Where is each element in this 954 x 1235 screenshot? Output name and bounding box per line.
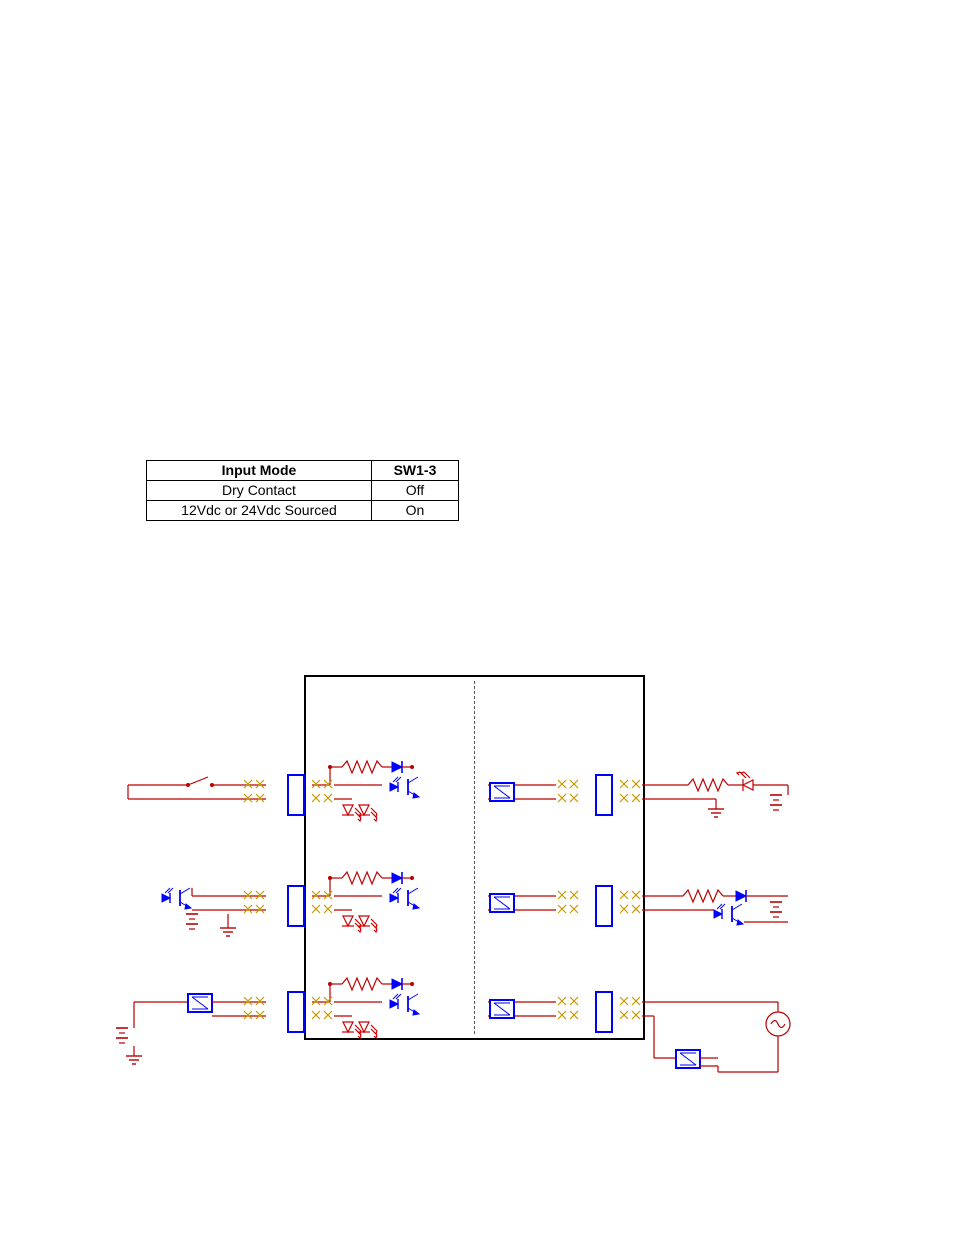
input-mode-table: Input Mode SW1-3 Dry Contact Off 12Vdc o… bbox=[146, 460, 459, 521]
led-icon bbox=[737, 772, 753, 791]
battery-icon bbox=[770, 795, 782, 810]
connector-icon bbox=[596, 886, 612, 926]
connector-icon bbox=[596, 992, 612, 1032]
connector-icon bbox=[288, 992, 304, 1032]
cell-dry-contact: Dry Contact bbox=[147, 481, 372, 501]
cell-sourced-sw: On bbox=[372, 501, 459, 521]
schematic-input-dry-contact bbox=[128, 745, 468, 845]
ground-icon bbox=[220, 928, 236, 936]
ground-icon bbox=[126, 1056, 142, 1064]
table-row: Input Mode SW1-3 bbox=[147, 461, 459, 481]
schematic-divider bbox=[474, 681, 475, 1034]
schematic-output-ac-relay bbox=[478, 962, 858, 1112]
ground-icon bbox=[708, 809, 724, 817]
connector-icon bbox=[288, 886, 304, 926]
connector-icon bbox=[288, 775, 304, 815]
schematic-output-dc-led bbox=[478, 745, 848, 855]
cell-sourced: 12Vdc or 24Vdc Sourced bbox=[147, 501, 372, 521]
schematic-input-open-collector bbox=[128, 856, 468, 966]
table-row: Dry Contact Off bbox=[147, 481, 459, 501]
ac-source-icon bbox=[766, 1012, 790, 1036]
opto-icon bbox=[714, 904, 743, 925]
relay-icon bbox=[676, 1050, 700, 1068]
schematic-input-sourced-dc bbox=[128, 962, 468, 1082]
schematic-output-opto bbox=[478, 856, 848, 966]
relay-icon bbox=[188, 994, 212, 1012]
switch-icon bbox=[186, 777, 214, 787]
opto-icon bbox=[162, 888, 191, 909]
table-row: 12Vdc or 24Vdc Sourced On bbox=[147, 501, 459, 521]
connector-icon bbox=[596, 775, 612, 815]
table-header-sw1-3: SW1-3 bbox=[372, 461, 459, 481]
resistor-icon bbox=[688, 779, 728, 791]
diode-icon bbox=[736, 890, 746, 902]
cell-dry-contact-sw: Off bbox=[372, 481, 459, 501]
table-header-input-mode: Input Mode bbox=[147, 461, 372, 481]
